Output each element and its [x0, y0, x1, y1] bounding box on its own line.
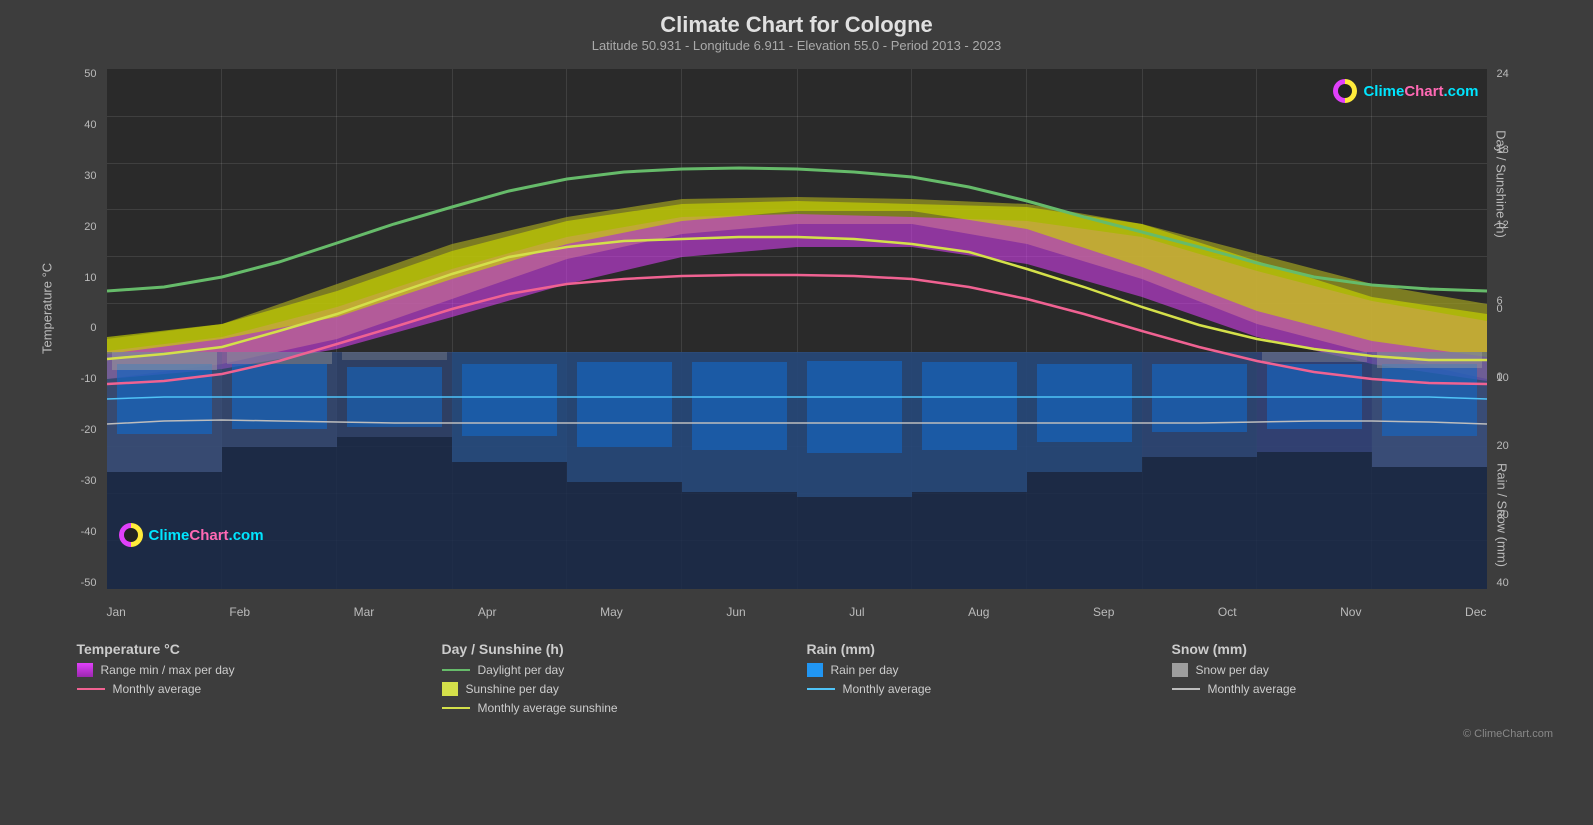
- title-area: Climate Chart for Cologne Latitude 50.93…: [592, 0, 1002, 53]
- legend-title-sunshine: Day / Sunshine (h): [442, 641, 787, 657]
- legend-line-sunshine-avg: [442, 707, 470, 709]
- legend-item-snow-avg: Monthly average: [1172, 682, 1517, 696]
- chart-area: ClimeChart.com ClimeChart.com: [107, 69, 1487, 589]
- legend-label-sunshine: Sunshine per day: [466, 682, 559, 696]
- legend-item-rain-avg: Monthly average: [807, 682, 1152, 696]
- month-oct: Oct: [1218, 605, 1237, 619]
- month-jun: Jun: [726, 605, 745, 619]
- chart-container: Temperature °C 50 40 30 20 10 0 -10 -20 …: [37, 59, 1557, 629]
- month-mar: Mar: [354, 605, 375, 619]
- logo-bottom-left: ClimeChart.com: [117, 521, 264, 549]
- month-sep: Sep: [1093, 605, 1114, 619]
- logo-top-right: ClimeChart.com: [1331, 77, 1478, 105]
- legend: Temperature °C Range min / max per day M…: [37, 635, 1557, 726]
- legend-label-daylight: Daylight per day: [478, 663, 565, 677]
- logo-icon-bottom: [117, 521, 145, 549]
- legend-section-rain: Rain (mm) Rain per day Monthly average: [797, 635, 1162, 726]
- legend-label-snow: Snow per day: [1196, 663, 1269, 677]
- legend-label-temp-avg: Monthly average: [113, 682, 202, 696]
- legend-color-rain: [807, 663, 823, 677]
- legend-section-snow: Snow (mm) Snow per day Monthly average: [1162, 635, 1527, 726]
- legend-title-snow: Snow (mm): [1172, 641, 1517, 657]
- month-may: May: [600, 605, 623, 619]
- legend-line-snow-avg: [1172, 688, 1200, 690]
- legend-title-rain: Rain (mm): [807, 641, 1152, 657]
- legend-item-temp-avg: Monthly average: [77, 682, 422, 696]
- month-feb: Feb: [229, 605, 250, 619]
- legend-item-daylight: Daylight per day: [442, 663, 787, 677]
- legend-item-sunshine-avg: Monthly average sunshine: [442, 701, 787, 715]
- y-axis-right-bottom: 0 10 20 30 40: [1492, 304, 1557, 589]
- legend-line-temp-avg: [77, 688, 105, 690]
- main-title: Climate Chart for Cologne: [592, 12, 1002, 38]
- legend-label-temp-range: Range min / max per day: [101, 663, 235, 677]
- legend-item-temp-range: Range min / max per day: [77, 663, 422, 677]
- logo-text-top: ClimeChart.com: [1363, 83, 1478, 100]
- logo-text-bottom: ClimeChart.com: [149, 527, 264, 544]
- legend-color-temp-range: [77, 663, 93, 677]
- legend-color-snow: [1172, 663, 1188, 677]
- month-nov: Nov: [1340, 605, 1361, 619]
- legend-label-sunshine-avg: Monthly average sunshine: [478, 701, 618, 715]
- legend-label-rain-avg: Monthly average: [843, 682, 932, 696]
- copyright: © ClimeChart.com: [0, 728, 1593, 740]
- legend-section-sunshine: Day / Sunshine (h) Daylight per day Suns…: [432, 635, 797, 726]
- y-axis-left: 50 40 30 20 10 0 -10 -20 -30 -40 -50: [37, 69, 102, 589]
- page-wrapper: Climate Chart for Cologne Latitude 50.93…: [0, 0, 1593, 825]
- legend-label-snow-avg: Monthly average: [1208, 682, 1297, 696]
- month-jan: Jan: [107, 605, 126, 619]
- legend-item-rain: Rain per day: [807, 663, 1152, 677]
- legend-section-temperature: Temperature °C Range min / max per day M…: [67, 635, 432, 726]
- legend-line-rain-avg: [807, 688, 835, 690]
- chart-svg: [107, 69, 1487, 589]
- month-dec: Dec: [1465, 605, 1486, 619]
- legend-line-daylight: [442, 669, 470, 671]
- legend-item-snow: Snow per day: [1172, 663, 1517, 677]
- legend-title-temperature: Temperature °C: [77, 641, 422, 657]
- subtitle: Latitude 50.931 - Longitude 6.911 - Elev…: [592, 38, 1002, 53]
- month-aug: Aug: [968, 605, 989, 619]
- x-axis: Jan Feb Mar Apr May Jun Jul Aug Sep Oct …: [107, 605, 1487, 619]
- month-apr: Apr: [478, 605, 497, 619]
- logo-icon-top: [1331, 77, 1359, 105]
- legend-item-sunshine: Sunshine per day: [442, 682, 787, 696]
- legend-label-rain: Rain per day: [831, 663, 899, 677]
- month-jul: Jul: [849, 605, 864, 619]
- legend-color-sunshine: [442, 682, 458, 696]
